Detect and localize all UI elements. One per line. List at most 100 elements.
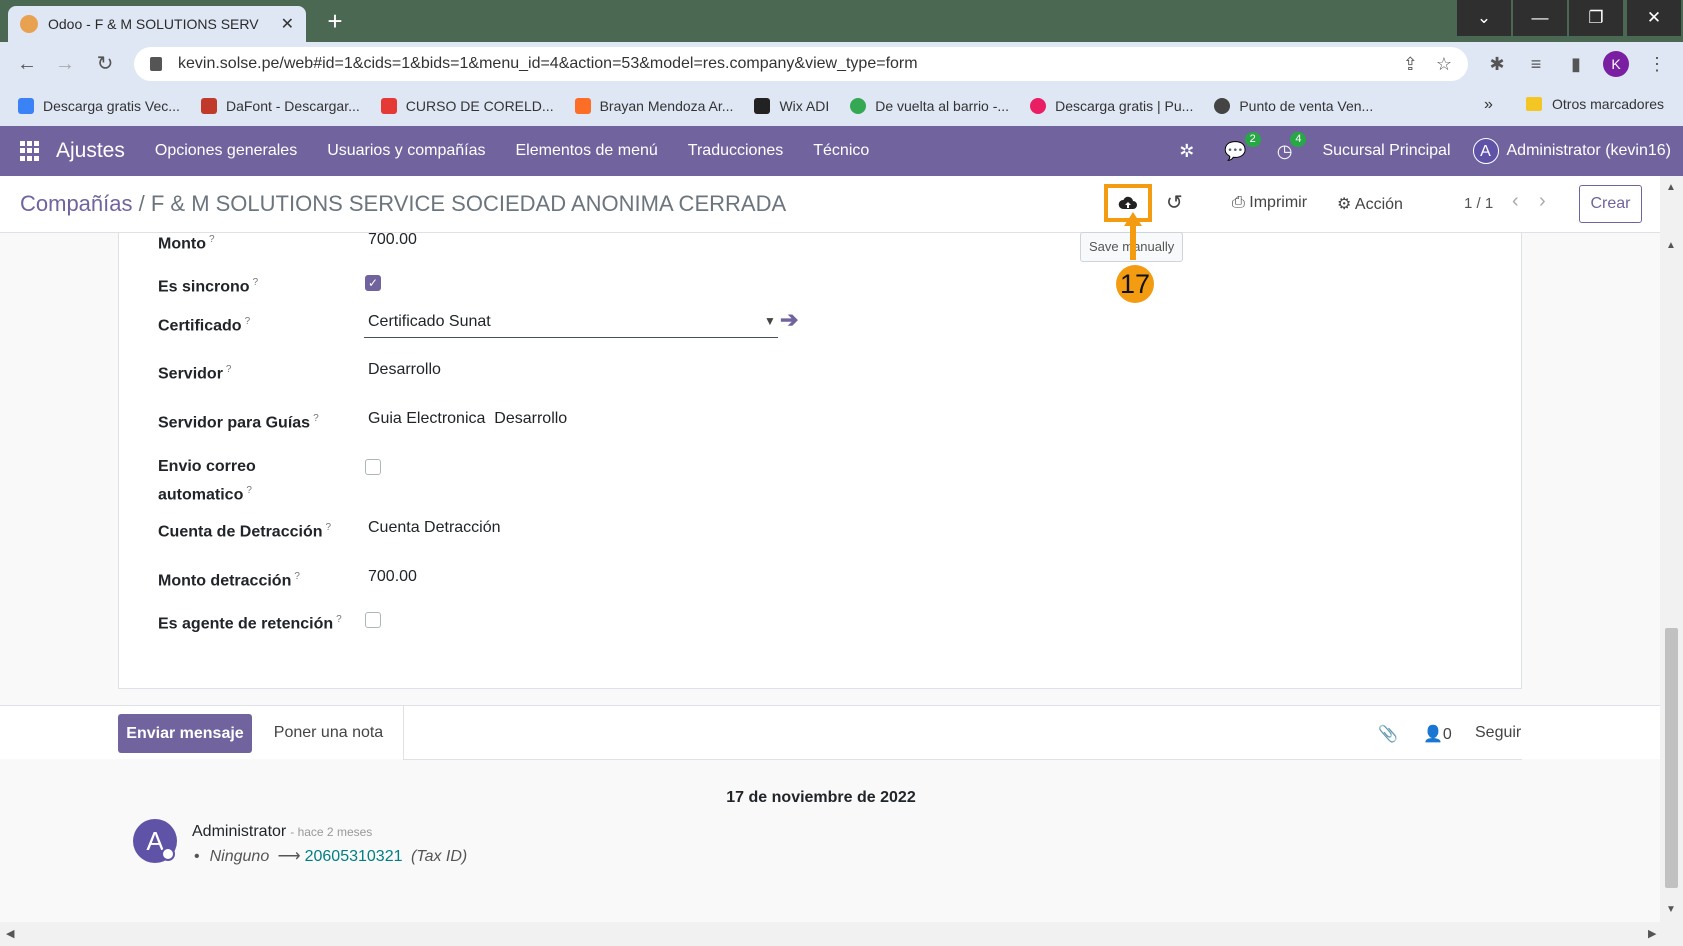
messages-icon[interactable]: 💬 2 (1224, 131, 1261, 162)
agente-retencion-checkbox[interactable] (365, 612, 381, 628)
reading-list-icon[interactable]: ≡ (1521, 50, 1551, 78)
vertical-scrollbar[interactable]: ▲ ▲ ▼ (1660, 176, 1683, 922)
menu-tecnico[interactable]: Técnico (813, 142, 869, 160)
field-label: Monto? (158, 234, 215, 253)
send-message-button[interactable]: Enviar mensaje (118, 714, 252, 753)
reload-icon[interactable]: ↻ (90, 50, 120, 78)
servidor-guias-value[interactable]: Guia Electronica Desarrollo (368, 407, 567, 431)
apps-menu-icon[interactable] (20, 141, 40, 161)
company-switcher[interactable]: Sucursal Principal (1322, 142, 1450, 160)
user-menu[interactable]: Administrator (kevin16) (1507, 142, 1672, 160)
discard-icon[interactable]: ↺ (1166, 190, 1183, 215)
help-icon[interactable]: ? (209, 234, 215, 245)
chatter-divider (404, 759, 1522, 760)
help-icon[interactable]: ? (336, 614, 342, 625)
url-bar[interactable]: kevin.solse.pe/web#id=1&cids=1&bids=1&me… (134, 47, 1468, 81)
message-date: - hace 2 meses (290, 825, 373, 839)
bookmark-favicon-icon (200, 98, 217, 114)
pager-value[interactable]: 1 / 1 (1464, 195, 1493, 212)
help-icon[interactable]: ? (226, 364, 232, 375)
tab-search-icon[interactable]: ⌄ (1457, 0, 1511, 36)
menu-traducciones[interactable]: Traducciones (688, 142, 783, 160)
help-icon[interactable]: ? (313, 413, 319, 424)
bookmark-favicon-icon (1214, 98, 1231, 114)
extensions-icon[interactable]: ✱ (1482, 50, 1512, 78)
log-note-button[interactable]: Poner una nota (254, 706, 404, 760)
breadcrumb-companias[interactable]: Compañías (20, 191, 133, 216)
more-bookmarks-button[interactable]: » (1484, 96, 1493, 114)
other-bookmarks-folder[interactable]: Otros marcadores (1526, 96, 1664, 112)
app-brand[interactable]: Ajustes (56, 139, 125, 163)
minimize-icon[interactable]: — (1513, 0, 1567, 36)
tracking-new-value: 20605310321 (304, 848, 403, 865)
bookmarks-bar: Descarga gratis Vec... DaFont - Descarga… (0, 86, 1683, 126)
bookmark-item[interactable]: Punto de venta Ven... (1214, 98, 1373, 114)
breadcrumb-current: F & M SOLUTIONS SERVICE SOCIEDAD ANONIMA… (150, 191, 787, 216)
bookmark-favicon-icon (18, 98, 34, 114)
forward-icon[interactable]: → (50, 50, 80, 78)
print-button[interactable]: ⎙ Imprimir (1232, 194, 1307, 212)
debug-bug-icon[interactable]: ✲ (1179, 141, 1194, 162)
message-author[interactable]: Administrator (192, 823, 286, 840)
action-button[interactable]: ⚙ Acción (1337, 194, 1403, 214)
menu-elementos-menu[interactable]: Elementos de menú (515, 142, 657, 160)
help-icon[interactable]: ? (325, 522, 331, 533)
scroll-up-icon[interactable]: ▲ (1666, 182, 1676, 193)
menu-usuarios-companias[interactable]: Usuarios y compañías (327, 142, 485, 160)
share-icon[interactable]: ⇪ (1403, 54, 1418, 75)
create-button[interactable]: Crear (1579, 185, 1642, 223)
pager-previous-icon[interactable]: ‹ (1512, 190, 1519, 213)
scroll-left-icon[interactable]: ◀ (6, 927, 14, 940)
bookmark-item[interactable]: Brayan Mendoza Ar... (574, 98, 733, 114)
bookmark-item[interactable]: Wix ADI (754, 98, 829, 114)
field-label: Monto detracción? (158, 571, 300, 590)
scroll-up-inner-icon[interactable]: ▲ (1666, 240, 1676, 251)
breadcrumb: Compañías / F & M SOLUTIONS SERVICE SOCI… (20, 191, 786, 217)
scroll-right-icon[interactable]: ▶ (1648, 927, 1656, 940)
followers-count: 0 (1442, 726, 1452, 743)
profile-avatar[interactable]: K (1603, 51, 1629, 77)
restore-icon[interactable]: ❐ (1569, 0, 1623, 36)
attachment-paperclip-icon[interactable]: 📎 (1378, 724, 1398, 744)
help-icon[interactable]: ? (246, 485, 252, 496)
internal-link-arrow-icon[interactable]: ➔ (780, 307, 798, 333)
pager-next-icon[interactable]: › (1539, 190, 1546, 213)
certificado-input[interactable]: Certificado Sunat (364, 310, 778, 338)
bookmark-item[interactable]: Descarga gratis Vec... (18, 98, 180, 114)
field-label: Envio correo automatico? (158, 458, 256, 504)
help-icon[interactable]: ? (253, 277, 259, 288)
back-icon[interactable]: ← (12, 50, 42, 78)
url-text[interactable]: kevin.solse.pe/web#id=1&cids=1&bids=1&me… (178, 55, 1385, 73)
servidor-value[interactable]: Desarrollo (368, 358, 441, 382)
bookmark-item[interactable]: De vuelta al barrio -... (850, 98, 1009, 114)
cuenta-detraccion-value[interactable]: Cuenta Detracción (368, 516, 501, 540)
close-window-icon[interactable]: ✕ (1627, 0, 1681, 36)
vertical-scroll-thumb[interactable] (1665, 628, 1678, 888)
monto-detraccion-value[interactable]: 700.00 (368, 565, 417, 589)
activities-clock-icon[interactable]: ◷ 4 (1277, 131, 1307, 162)
sincrono-checkbox[interactable]: ✓ (365, 275, 381, 291)
close-tab-icon[interactable]: ✕ (281, 14, 294, 34)
browser-menu-icon[interactable]: ⋮ (1642, 50, 1672, 78)
user-avatar[interactable]: A (1472, 138, 1499, 164)
bookmark-item[interactable]: Descarga gratis | Pu... (1030, 98, 1193, 114)
followers-button[interactable]: 👤0 (1423, 724, 1452, 744)
side-panel-icon[interactable]: ▮ (1561, 50, 1591, 78)
bookmark-item[interactable]: CURSO DE CORELD... (380, 98, 554, 114)
field-label: Servidor? (158, 364, 232, 383)
monto-value[interactable]: 700.00 (368, 233, 417, 252)
bookmark-star-icon[interactable]: ☆ (1436, 54, 1452, 75)
browser-tab[interactable]: Odoo - F & M SOLUTIONS SERV ✕ (8, 6, 306, 42)
help-icon[interactable]: ? (294, 571, 300, 582)
help-icon[interactable]: ? (245, 316, 251, 327)
horizontal-scrollbar[interactable]: ◀ ▶ (0, 922, 1683, 946)
bookmark-item[interactable]: DaFont - Descargar... (200, 98, 360, 114)
envio-correo-checkbox[interactable] (365, 459, 381, 475)
dropdown-caret-icon[interactable]: ▼ (764, 314, 776, 328)
wix-icon (754, 98, 771, 114)
new-tab-button[interactable]: + (320, 7, 350, 37)
browser-titlebar: Odoo - F & M SOLUTIONS SERV ✕ + ⌄ — ❐ ✕ (0, 0, 1683, 42)
follow-button[interactable]: Seguir (1475, 724, 1521, 742)
scroll-down-icon[interactable]: ▼ (1666, 904, 1676, 915)
menu-opciones-generales[interactable]: Opciones generales (155, 142, 297, 160)
